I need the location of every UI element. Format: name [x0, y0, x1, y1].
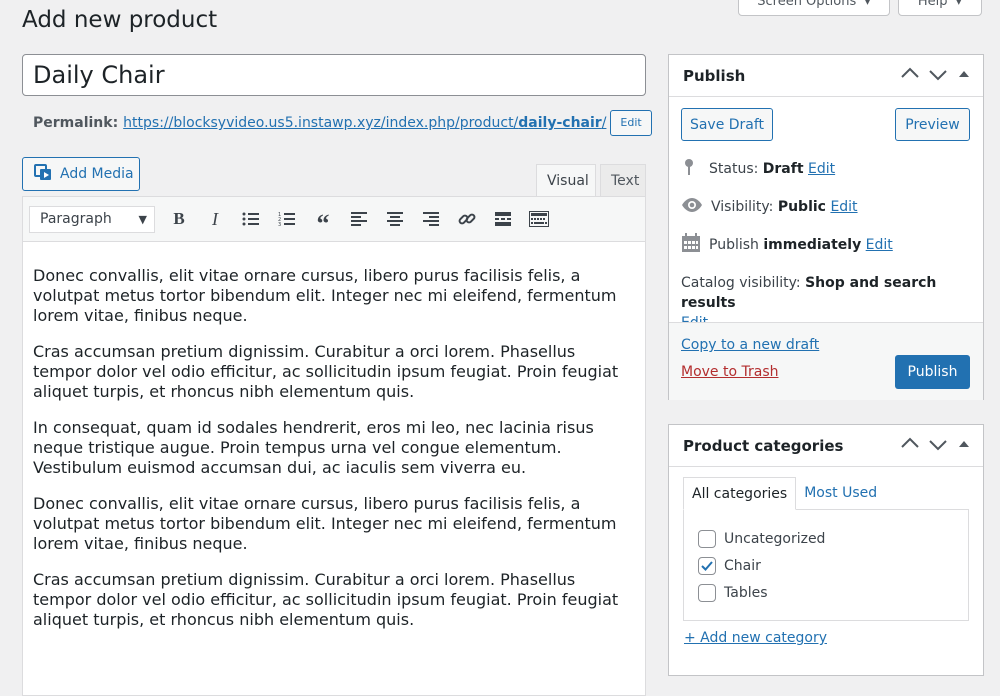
bulleted-list-icon[interactable] — [233, 204, 269, 234]
checkbox[interactable] — [698, 557, 716, 575]
checkmark-icon — [701, 561, 713, 571]
publish-button[interactable]: Publish — [895, 355, 970, 389]
chevron-down-icon: ▾ — [864, 0, 871, 9]
category-item[interactable]: Chair — [698, 557, 761, 575]
category-label: Uncategorized — [724, 531, 826, 547]
collapse-triangle-icon[interactable] — [955, 64, 973, 88]
content-editor[interactable]: Paragraph ▼ B I 123 “ Donec convallis, e… — [22, 196, 646, 696]
editor-toolbar: Paragraph ▼ B I 123 “ — [23, 197, 645, 242]
category-label: Tables — [724, 585, 768, 601]
tab-visual[interactable]: Visual — [536, 164, 596, 197]
eye-icon — [681, 195, 703, 219]
align-center-icon[interactable] — [377, 204, 413, 234]
pin-icon — [681, 157, 701, 181]
insert-link-icon[interactable] — [449, 204, 485, 234]
edit-status-link[interactable]: Edit — [808, 161, 835, 177]
add-media-label: Add Media — [60, 166, 134, 182]
help-label: Help — [917, 0, 948, 9]
product-title-input[interactable]: Daily Chair — [22, 54, 646, 96]
screen-options-button[interactable]: Screen Options ▾ — [738, 0, 890, 16]
save-draft-button[interactable]: Save Draft — [681, 108, 773, 141]
chevron-up-icon[interactable] — [899, 64, 921, 88]
screen-options-label: Screen Options — [757, 0, 857, 9]
tab-all-categories[interactable]: All categories — [683, 477, 797, 510]
content-paragraph: Donec convallis, elit vitae ornare cursu… — [33, 266, 617, 325]
checkbox[interactable] — [698, 530, 716, 548]
edit-publish-date-link[interactable]: Edit — [866, 237, 893, 253]
svg-text:3: 3 — [278, 222, 281, 227]
publish-box: Publish Save Draft Preview Status: Draft… — [668, 54, 984, 400]
copy-to-draft-link[interactable]: Copy to a new draft — [681, 337, 819, 353]
visibility-row: Visibility: Public Edit — [681, 195, 858, 219]
chevron-down-icon: ▾ — [955, 0, 963, 9]
status-value: Draft — [762, 161, 804, 177]
visibility-value: Public — [777, 199, 826, 215]
format-select[interactable]: Paragraph ▼ — [29, 205, 155, 233]
tab-most-used[interactable]: Most Used — [796, 477, 885, 510]
toolbar-toggle-icon[interactable] — [521, 204, 557, 234]
status-row: Status: Draft Edit — [681, 157, 835, 181]
align-left-icon[interactable] — [341, 204, 377, 234]
chevron-down-icon[interactable] — [927, 64, 949, 88]
page-title: Add new product — [22, 7, 218, 33]
chevron-down-icon[interactable] — [927, 434, 949, 458]
editor-content[interactable]: Donec convallis, elit vitae ornare cursu… — [23, 242, 645, 630]
category-checklist: Uncategorized Chair Tables — [683, 509, 969, 621]
calendar-icon — [681, 233, 701, 257]
caret-down-icon: ▼ — [138, 212, 147, 226]
publish-label: Publish — [709, 237, 759, 253]
bold-icon[interactable]: B — [161, 204, 197, 234]
checkbox[interactable] — [698, 584, 716, 602]
permalink-label: Permalink: — [33, 115, 119, 131]
permalink-slug: daily-chair — [518, 115, 602, 131]
product-categories-title: Product categories — [683, 436, 844, 455]
product-categories-box: Product categories All categories Most U… — [668, 424, 984, 676]
permalink: Permalink: https://blocksyvideo.us5.inst… — [33, 110, 652, 136]
align-right-icon[interactable] — [413, 204, 449, 234]
publish-date-row: Publish immediately Edit — [681, 233, 893, 257]
category-item[interactable]: Uncategorized — [698, 530, 825, 548]
tab-text[interactable]: Text — [600, 164, 646, 197]
add-new-category-link[interactable]: + Add new category — [684, 630, 827, 646]
blockquote-icon[interactable]: “ — [305, 204, 341, 238]
content-paragraph: In consequat, quam id sodales hendrerit,… — [33, 418, 594, 477]
preview-button[interactable]: Preview — [895, 108, 970, 141]
media-icon — [33, 162, 53, 186]
product-categories-header: Product categories — [669, 425, 983, 467]
category-item[interactable]: Tables — [698, 584, 768, 602]
collapse-triangle-icon[interactable] — [955, 434, 973, 458]
permalink-link[interactable]: https://blocksyvideo.us5.instawp.xyz/ind… — [123, 115, 606, 131]
category-tabs: All categories Most Used — [683, 477, 885, 510]
publish-actions: Copy to a new draft Move to Trash Publis… — [669, 322, 983, 400]
visibility-label: Visibility: — [711, 199, 774, 215]
category-label: Chair — [724, 558, 761, 574]
publish-value: immediately — [763, 237, 862, 253]
chevron-up-icon[interactable] — [899, 434, 921, 458]
move-to-trash-link[interactable]: Move to Trash — [681, 364, 779, 380]
read-more-icon[interactable] — [485, 204, 521, 234]
publish-box-header: Publish — [669, 55, 983, 97]
catalog-visibility-label: Catalog visibility: — [681, 275, 801, 291]
edit-visibility-link[interactable]: Edit — [830, 199, 857, 215]
numbered-list-icon[interactable]: 123 — [269, 204, 305, 234]
content-paragraph: Cras accumsan pretium dignissim. Curabit… — [33, 570, 619, 629]
content-paragraph: Donec convallis, elit vitae ornare cursu… — [33, 494, 617, 553]
publish-box-title: Publish — [683, 66, 746, 85]
status-label: Status: — [709, 161, 759, 177]
italic-icon[interactable]: I — [197, 204, 233, 234]
permalink-edit-button[interactable]: Edit — [610, 110, 652, 136]
format-select-value: Paragraph — [40, 211, 112, 227]
help-button[interactable]: Help ▾ — [898, 0, 982, 16]
content-paragraph: Cras accumsan pretium dignissim. Curabit… — [33, 342, 619, 401]
add-media-button[interactable]: Add Media — [22, 157, 140, 191]
